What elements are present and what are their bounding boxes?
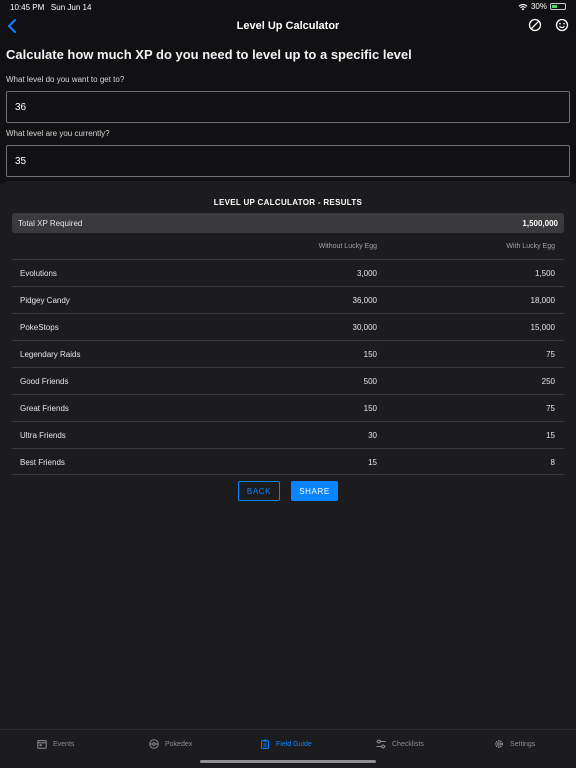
- status-indicators: 30%: [518, 2, 566, 11]
- results-panel: LEVEL UP CALCULATOR - RESULTS Total XP R…: [0, 181, 576, 729]
- row-without-value: 30,000: [352, 323, 377, 332]
- nav-title: Level Up Calculator: [236, 20, 340, 32]
- total-xp-label: Total XP Required: [18, 219, 83, 228]
- block-icon[interactable]: [528, 18, 542, 32]
- page-heading: Calculate how much XP do you need to lev…: [6, 47, 412, 62]
- row-name: Great Friends: [20, 404, 69, 413]
- row-with-value: 1,500: [534, 269, 555, 278]
- row-with-value: 15: [546, 431, 555, 440]
- row-without-value: 150: [363, 350, 377, 359]
- status-bar: 10:45 PM Sun Jun 14 30%: [0, 0, 576, 14]
- current-level-label: What level are you currently?: [6, 129, 110, 138]
- column-header-with-lucky-egg: With Lucky Egg: [506, 243, 555, 250]
- row-with-value: 8: [550, 458, 555, 467]
- current-level-input[interactable]: [6, 145, 570, 177]
- column-header-without-lucky-egg: Without Lucky Egg: [318, 243, 377, 250]
- tab-checklists[interactable]: Checklists: [376, 739, 424, 749]
- total-xp-value: 1,500,000: [522, 219, 558, 228]
- tab-label: Events: [53, 740, 75, 748]
- row-with-value: 75: [546, 350, 555, 359]
- tab-label: Settings: [510, 740, 536, 748]
- table-row: Evolutions 3,000 1,500: [12, 259, 564, 286]
- row-name: Ultra Friends: [20, 431, 66, 440]
- tab-events[interactable]: Events: [37, 739, 74, 749]
- row-with-value: 15,000: [530, 323, 555, 332]
- navigation-bar: Level Up Calculator: [0, 14, 576, 38]
- tab-label: Pokedex: [165, 740, 193, 748]
- target-level-input[interactable]: [6, 91, 570, 123]
- battery-percent: 30%: [530, 2, 547, 11]
- table-row: PokeStops 30,000 15,000: [12, 313, 564, 340]
- gear-icon: [494, 739, 504, 749]
- calendar-icon: [37, 740, 47, 749]
- row-name: Best Friends: [20, 458, 65, 467]
- row-with-value: 250: [541, 377, 555, 386]
- target-level-label: What level do you want to get to?: [6, 75, 125, 84]
- tab-label: Checklists: [392, 740, 424, 748]
- table-row: Legendary Raids 150 75: [12, 340, 564, 367]
- status-time: 10:45 PM Sun Jun 14: [10, 3, 92, 12]
- home-indicator: [200, 760, 376, 763]
- row-without-value: 3,000: [356, 269, 377, 278]
- table-row: Best Friends 15 8: [12, 448, 564, 475]
- table-row: Good Friends 500 250: [12, 367, 564, 394]
- tab-label: Field Guide: [276, 740, 312, 748]
- clipboard-icon: [261, 739, 269, 749]
- share-button[interactable]: SHARE: [291, 481, 338, 501]
- results-title: LEVEL UP CALCULATOR - RESULTS: [213, 198, 363, 207]
- total-xp-row: Total XP Required 1,500,000: [12, 213, 564, 233]
- row-name: Evolutions: [20, 269, 57, 278]
- row-name: PokeStops: [20, 323, 59, 332]
- row-without-value: 15: [368, 458, 377, 467]
- battery-icon: [550, 3, 566, 10]
- row-name: Legendary Raids: [20, 350, 81, 359]
- row-without-value: 36,000: [352, 296, 377, 305]
- row-with-value: 18,000: [530, 296, 555, 305]
- tab-pokedex[interactable]: Pokedex: [149, 739, 192, 749]
- tab-field-guide[interactable]: Field Guide: [260, 739, 312, 749]
- table-row: Pidgey Candy 36,000 18,000: [12, 286, 564, 313]
- row-without-value: 30: [368, 431, 377, 440]
- wifi-icon: [518, 3, 528, 10]
- sliders-icon: [376, 739, 386, 749]
- smiley-icon[interactable]: [555, 18, 569, 32]
- tab-settings[interactable]: Settings: [494, 739, 535, 749]
- pokeball-icon: [149, 739, 159, 749]
- row-without-value: 500: [363, 377, 377, 386]
- back-button[interactable]: BACK: [238, 481, 280, 501]
- row-name: Pidgey Candy: [20, 296, 70, 305]
- table-row: Ultra Friends 30 15: [12, 421, 564, 448]
- row-name: Good Friends: [20, 377, 69, 386]
- table-row: Great Friends 150 75: [12, 394, 564, 421]
- results-table: Evolutions 3,000 1,500 Pidgey Candy 36,0…: [12, 259, 564, 475]
- row-without-value: 150: [363, 404, 377, 413]
- row-with-value: 75: [546, 404, 555, 413]
